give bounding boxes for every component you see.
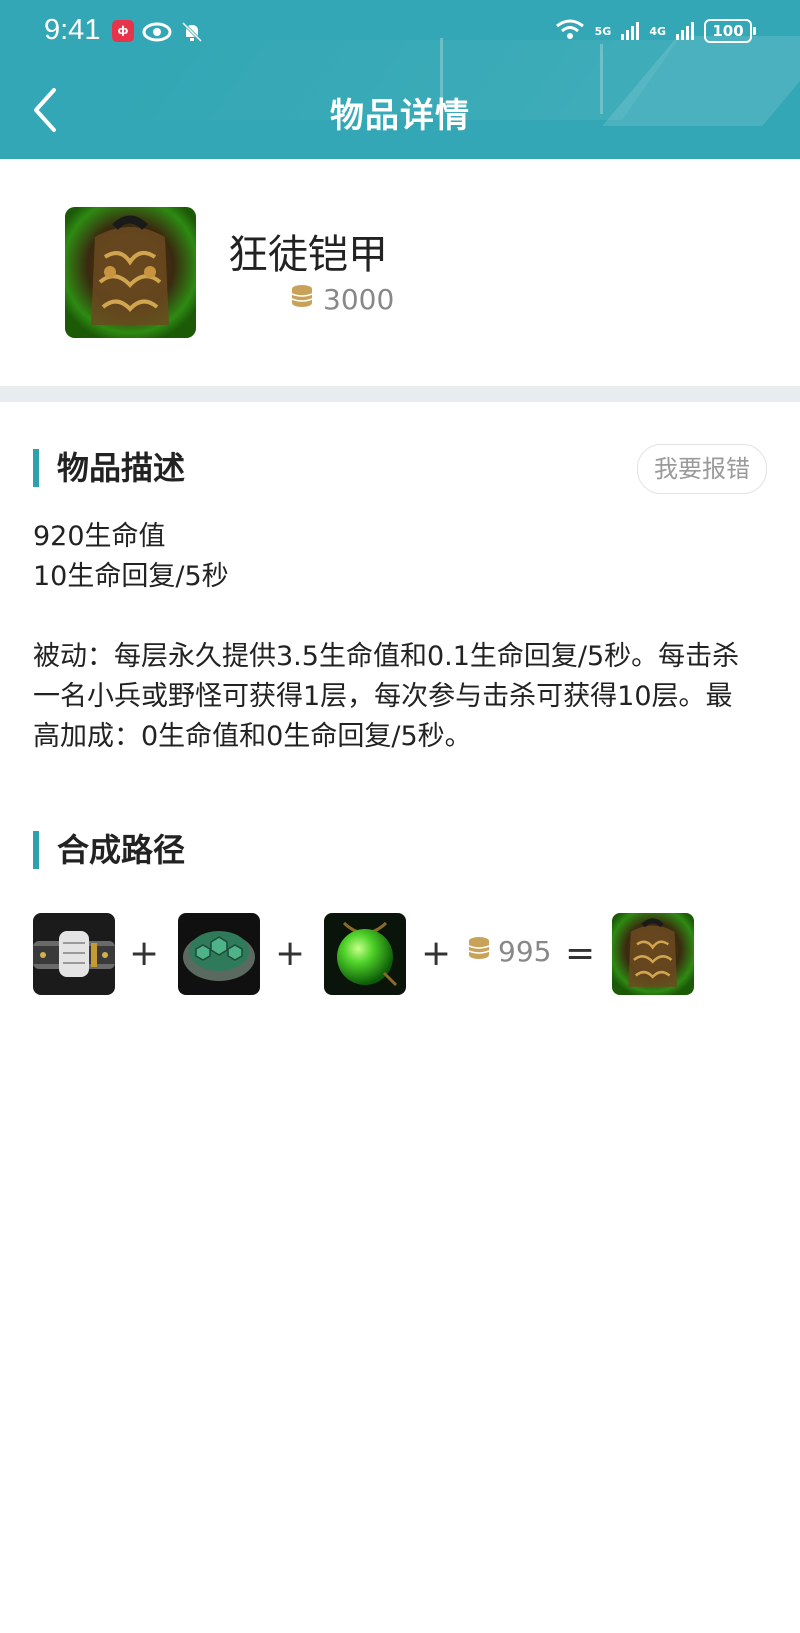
frenzy-armor-icon[interactable]	[612, 913, 694, 995]
recipe-section-title: 合成路径	[33, 831, 185, 869]
signal-icon	[621, 22, 640, 40]
gold-coin-icon	[291, 283, 313, 316]
equals-symbol: =	[565, 933, 596, 974]
status-time: 9:41	[44, 14, 101, 46]
plus-symbol: +	[129, 933, 160, 974]
network-5g-label: 5G	[594, 24, 612, 38]
turtle-shell-ring-icon[interactable]	[178, 913, 260, 995]
frenzy-armor-icon	[65, 207, 196, 338]
gold-coin-icon	[468, 935, 490, 968]
recipe-path: + + + 995 =	[33, 913, 773, 995]
plus-symbol: +	[421, 933, 452, 974]
price-value: 3000	[323, 283, 395, 316]
item-description: 920生命值 10生命回复/5秒 被动：每层永久提供3.5生命值和0.1生命回复…	[33, 517, 773, 757]
battery-icon: 100	[704, 19, 756, 43]
eye-icon	[142, 22, 172, 46]
belt-gauntlet-icon[interactable]	[33, 913, 115, 995]
item-price: 3000	[291, 283, 394, 316]
app-notification-icon: ф	[112, 20, 134, 42]
passive-line: 被动：每层永久提供3.5生命值和0.1生命回复/5秒。每击杀	[33, 641, 740, 672]
item-name: 狂徒铠甲	[228, 232, 388, 278]
passive-line: 一名小兵或野怪可获得1层，每次参与击杀可获得10层。最	[33, 681, 733, 712]
plus-symbol: +	[275, 933, 306, 974]
description-section-title: 物品描述	[33, 449, 185, 487]
status-right: 5G 4G 100	[555, 18, 756, 44]
wifi-icon	[555, 18, 585, 44]
recipe-gold-cost: 995	[468, 935, 551, 968]
stat-line: 10生命回复/5秒	[33, 561, 229, 592]
section-divider	[0, 386, 800, 402]
passive-line: 高加成：0生命值和0生命回复/5秒。	[33, 721, 472, 752]
page-title: 物品详情	[330, 96, 470, 136]
signal-icon	[676, 22, 694, 40]
network-4g-label: 4G	[649, 24, 666, 38]
green-orb-icon[interactable]	[324, 913, 406, 995]
bell-off-icon	[180, 20, 204, 48]
gold-value: 995	[498, 935, 552, 968]
report-error-button[interactable]: 我要报错	[637, 444, 767, 494]
stat-line: 920生命值	[33, 521, 166, 552]
status-bar: 9:41 ф 5G 4G 100	[0, 0, 800, 68]
app-header: 9:41 ф 5G 4G 100 物品详情	[0, 0, 800, 159]
